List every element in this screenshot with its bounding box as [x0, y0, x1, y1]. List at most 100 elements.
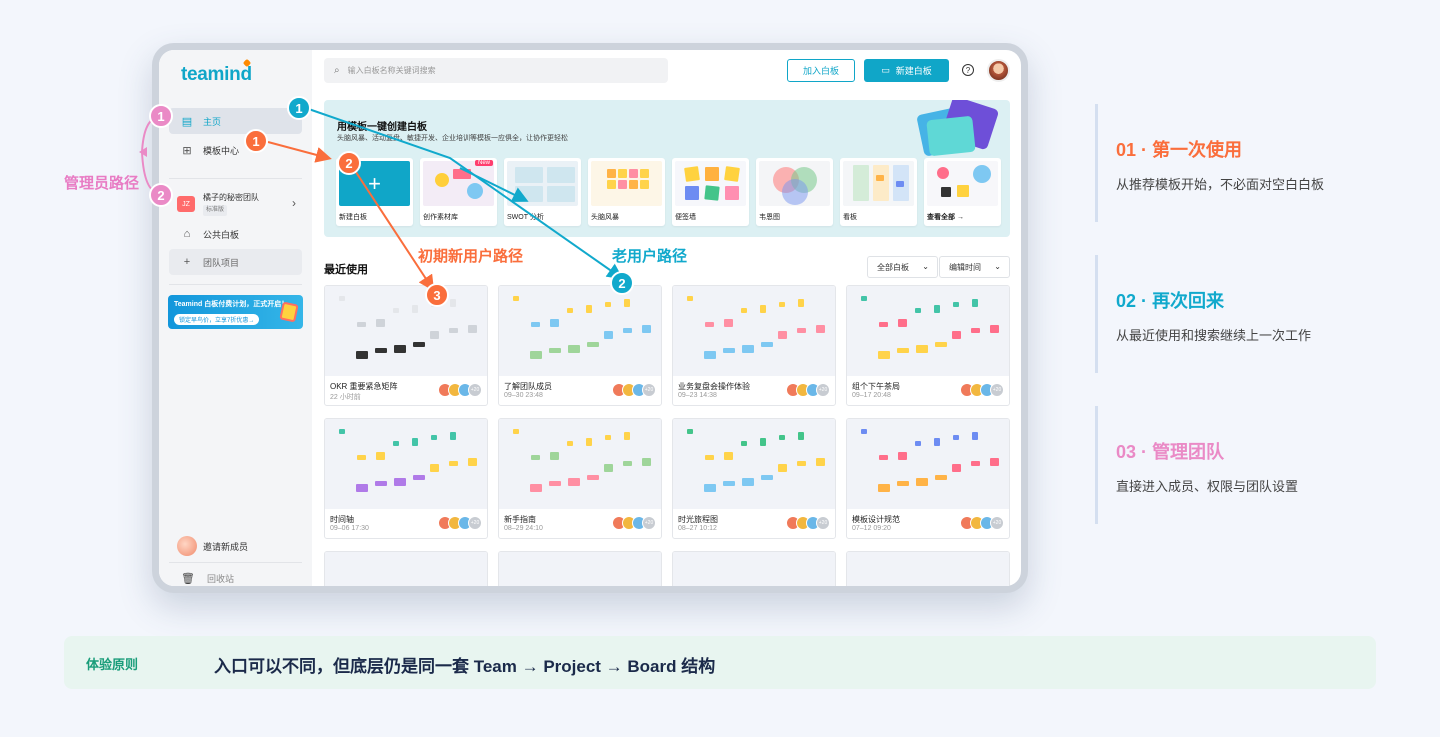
board-card[interactable]: OKR 重要紧急矩阵 22 小时前 +20 [324, 285, 488, 406]
board-card-partial[interactable] [846, 551, 1010, 586]
board-name: 业务复盘会操作体验 [678, 382, 750, 391]
step-heading: 03 · 管理团队 [1116, 442, 1225, 462]
board-card[interactable]: 时光旅程图 08–27 10:12 +20 [672, 418, 836, 539]
filter-all-boards[interactable]: 全部白板 ⌄ [867, 256, 938, 278]
preview-mark [778, 331, 787, 339]
template-card-kanban[interactable]: 看板 [840, 158, 917, 226]
template-card-sticky[interactable]: 便签墙 [672, 158, 749, 226]
invite-member-button[interactable]: 邀请新成员 [177, 536, 248, 556]
board-card-partial[interactable] [672, 551, 836, 586]
preview-mark [568, 478, 580, 486]
preview-mark [971, 328, 980, 333]
team-switcher[interactable]: JZ 橘子的秘密团队 标准版 › [169, 190, 302, 218]
template-card-view-all[interactable]: 查看全部 → [924, 158, 1001, 226]
board-card-partial[interactable] [324, 551, 488, 586]
template-icon: ⊞ [182, 144, 192, 157]
board-card-partial[interactable] [498, 551, 662, 586]
board-name: 了解团队成员 [504, 382, 552, 391]
promo-cta[interactable]: 锁定早鸟价，立享7折优惠→ [174, 314, 260, 325]
filter-edit-time[interactable]: 编辑时间 ⌄ [939, 256, 1010, 278]
template-card-swot[interactable]: SWOT 分析 [504, 158, 581, 226]
old-user-step-1-badge: 1 [287, 96, 311, 120]
template-label: 韦恩图 [759, 214, 780, 221]
recent-title: 最近使用 [324, 264, 368, 276]
preview-mark [604, 464, 613, 472]
collaborator-avatars[interactable]: +20 [612, 383, 656, 397]
chevron-down-icon: ⌄ [994, 262, 1001, 271]
preview-mark [990, 325, 999, 333]
board-name: OKR 重要紧急矩阵 [330, 382, 398, 391]
preview-mark [394, 478, 406, 486]
template-thumbnail [507, 161, 578, 206]
preview-mark [550, 452, 559, 460]
new-board-button[interactable]: ▭ 新建白板 [864, 59, 949, 82]
preview-mark [897, 348, 909, 353]
new-user-path-label: 初期新用户路径 [418, 248, 524, 265]
preview-mark [567, 441, 573, 446]
template-card-venn[interactable]: 韦恩图 [756, 158, 833, 226]
template-label: 头脑风暴 [591, 214, 619, 221]
collaborator-avatars[interactable]: +20 [786, 516, 830, 530]
sidebar-item-team-projects[interactable]: + 团队项目 [169, 249, 302, 275]
preview-mark [761, 342, 773, 347]
preview-mark [339, 296, 345, 301]
preview-mark [934, 305, 940, 313]
preview-mark [642, 325, 651, 333]
preview-mark [513, 296, 519, 301]
divider [169, 562, 302, 563]
board-card[interactable]: 组个下午茶局 09–17 20:48 +20 [846, 285, 1010, 406]
board-card[interactable]: 模板设计规范 07–12 09:20 +20 [846, 418, 1010, 539]
preview-mark [898, 319, 907, 327]
preview-mark [879, 322, 888, 327]
board-preview [673, 552, 835, 586]
new-user-step-3-badge: 3 [425, 283, 449, 307]
board-time: 09–06 17:30 [330, 525, 369, 532]
board-time: 22 小时前 [330, 394, 361, 401]
trash-button[interactable]: 🗑 回收站 [181, 572, 234, 585]
preview-mark [468, 458, 477, 466]
collaborator-avatars[interactable]: +20 [786, 383, 830, 397]
sidebar-item-home[interactable]: ▤ 主页 [169, 108, 302, 134]
preview-mark [624, 299, 630, 307]
collaborator-avatars[interactable]: +20 [612, 516, 656, 530]
board-name: 新手指南 [504, 515, 536, 524]
divider [169, 284, 302, 285]
sidebar-item-templates[interactable]: ⊞ 模板中心 [169, 137, 302, 163]
preview-mark [723, 481, 735, 486]
board-card[interactable]: 新手指南 08–29 24:10 +20 [498, 418, 662, 539]
board-time: 09–17 20:48 [852, 392, 891, 399]
board-preview [499, 419, 661, 509]
collaborator-avatars[interactable]: +20 [438, 383, 482, 397]
preview-mark [916, 478, 928, 486]
template-label: 新建白板 [339, 214, 367, 221]
template-card-brainstorm[interactable]: 头脑风暴 [588, 158, 665, 226]
step-heading: 01 · 第一次使用 [1116, 140, 1243, 160]
collaborator-avatars[interactable]: +20 [960, 383, 1004, 397]
board-card[interactable]: 时间轴 09–06 17:30 +20 [324, 418, 488, 539]
template-card-assets[interactable]: New 创作素材库 [420, 158, 497, 226]
preview-mark [413, 342, 425, 347]
device-frame: teamind ▤ 主页 ⊞ 模板中心 JZ 橘子的秘密团队 标准版 › ⌂ 公… [152, 43, 1028, 593]
board-card[interactable]: 业务复盘会操作体验 09–23 14:38 +20 [672, 285, 836, 406]
bank-icon: ⌂ [183, 228, 191, 240]
board-time: 08–29 24:10 [504, 525, 543, 532]
preview-mark [704, 351, 716, 359]
preview-mark [450, 432, 456, 440]
join-board-button[interactable]: 加入白板 [787, 59, 855, 82]
user-avatar[interactable] [987, 59, 1010, 82]
sidebar-item-public[interactable]: ⌂ 公共白板 [169, 221, 302, 247]
board-card[interactable]: 了解团队成员 09–30 23:48 +20 [498, 285, 662, 406]
collaborator-avatars[interactable]: +20 [438, 516, 482, 530]
admin-path-tip [139, 147, 147, 157]
preview-mark [760, 438, 766, 446]
board-preview [673, 286, 835, 376]
promo-banner[interactable]: Teamind 白板付费计划，正式开启！ 锁定早鸟价，立享7折优惠→ [168, 295, 303, 329]
trash-icon: 🗑 [181, 573, 195, 585]
preview-mark [357, 455, 366, 460]
help-icon[interactable]: ? [962, 64, 974, 76]
preview-mark [687, 296, 693, 301]
preview-mark [704, 484, 716, 492]
collaborator-avatars[interactable]: +20 [960, 516, 1004, 530]
search-input[interactable]: ⌕ 输入白板名称关键词搜索 [324, 58, 668, 83]
preview-mark [567, 308, 573, 313]
